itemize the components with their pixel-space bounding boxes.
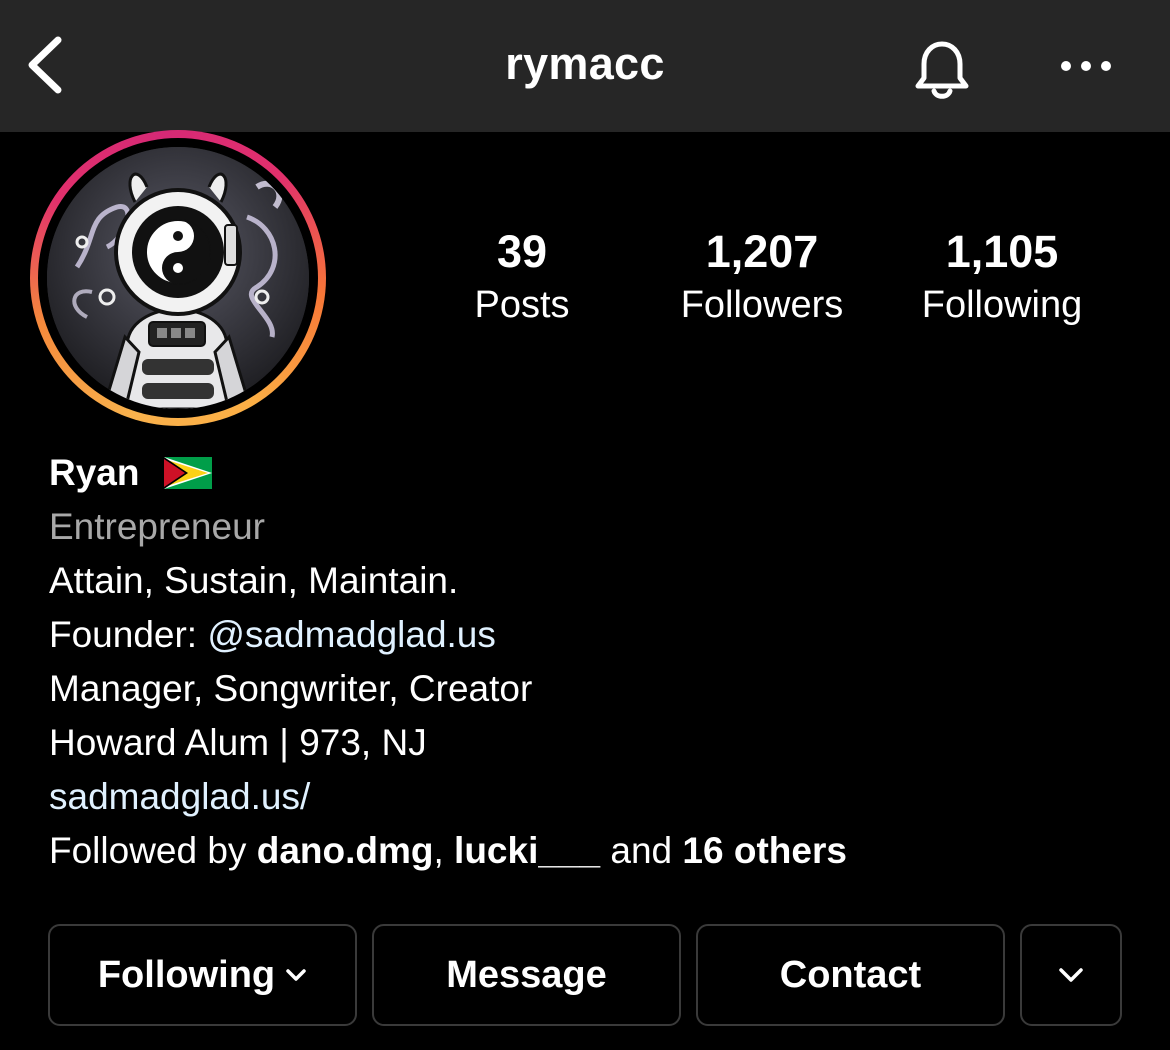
bell-icon[interactable] (906, 36, 978, 104)
following-count-value: 1,105 (945, 226, 1059, 277)
founder-mention-link[interactable]: @sadmadglad.us (207, 614, 496, 655)
bio-line-motto: Attain, Sustain, Maintain. (49, 560, 459, 601)
avatar[interactable] (47, 147, 309, 409)
followed-by-line[interactable]: Followed by dano.dmg, lucki___ and 16 ot… (49, 824, 1129, 878)
bio-name-line: Ryan (49, 446, 1129, 500)
followers-count-label: Followers (680, 284, 844, 326)
posts-count-label: Posts (474, 284, 570, 326)
website-link[interactable]: sadmadglad.us/ (49, 770, 1129, 824)
followers-count[interactable]: 1,207 Followers (660, 226, 864, 332)
profile-page: rymacc 39 Posts 1,207 Followers 1,105 Fo… (0, 0, 1170, 1050)
profile-username-title: rymacc (505, 38, 665, 89)
followers-count-value: 1,207 (705, 226, 819, 277)
following-count[interactable]: 1,105 Following (898, 226, 1106, 332)
astronaut-avatar (47, 147, 309, 409)
followed-by-user-2[interactable]: lucki___ (454, 830, 600, 871)
followed-by-user-1[interactable]: dano.dmg (257, 830, 434, 871)
chevron-down-icon (286, 969, 306, 981)
followed-by-prefix: Followed by (49, 830, 257, 871)
followed-by-separator: , (433, 830, 455, 871)
profile-bio: Ryan Entrepreneur Attain, Sustain, Maint… (49, 446, 1129, 878)
following-button[interactable]: Following (48, 924, 357, 1026)
contact-button[interactable]: Contact (696, 924, 1005, 1026)
more-horizontal-icon[interactable] (1058, 52, 1114, 80)
message-button[interactable]: Message (372, 924, 681, 1026)
posts-count-value: 39 (496, 226, 548, 277)
profile-category: Entrepreneur (49, 506, 265, 547)
followed-by-others[interactable]: 16 others (682, 830, 847, 871)
top-nav-bar: rymacc (0, 0, 1170, 132)
profile-name: Ryan (49, 452, 140, 493)
guyana-flag-icon (163, 457, 212, 489)
following-button-label: Following (97, 953, 276, 996)
following-count-label: Following (921, 284, 1083, 326)
contact-button-label: Contact (779, 953, 922, 996)
bio-line-location: Howard Alum | 973, NJ (49, 722, 427, 763)
chevron-down-icon (1059, 968, 1083, 982)
posts-count[interactable]: 39 Posts (442, 226, 602, 332)
suggested-accounts-button[interactable] (1020, 924, 1122, 1026)
founder-prefix: Founder: (49, 614, 208, 655)
message-button-label: Message (446, 953, 607, 996)
bio-line-roles: Manager, Songwriter, Creator (49, 668, 533, 709)
followed-by-and: and (600, 830, 683, 871)
bio-line-founder: Founder: @sadmadglad.us (49, 608, 1129, 662)
